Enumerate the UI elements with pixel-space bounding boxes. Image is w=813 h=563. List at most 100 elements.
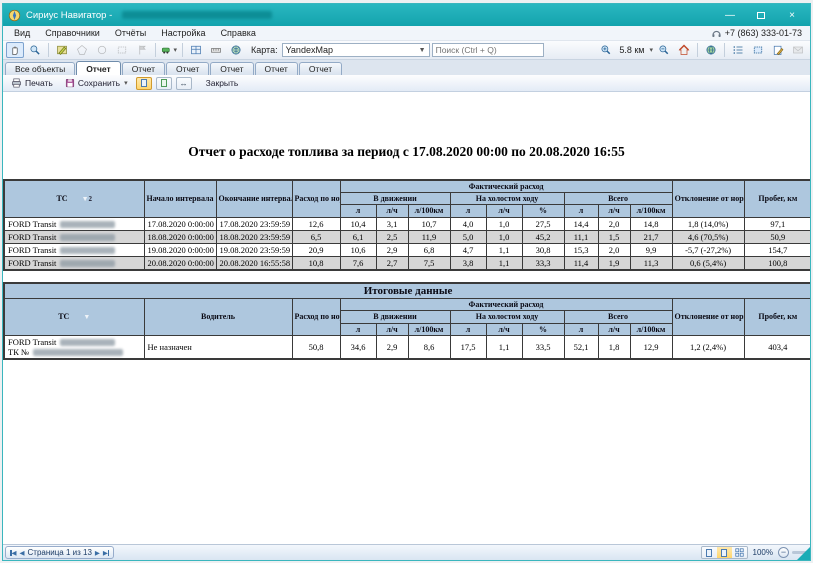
table-cell: 1,1: [486, 335, 522, 359]
grid-view-button[interactable]: [187, 42, 205, 58]
tab-report-4[interactable]: Отчет: [210, 62, 253, 75]
table-cell: 10,6: [340, 243, 376, 256]
last-page-button[interactable]: ▶: [103, 549, 110, 557]
zoom-in-button[interactable]: [597, 42, 615, 58]
first-page-button[interactable]: ◀: [10, 549, 17, 557]
save-button[interactable]: Сохранить ▾: [61, 77, 132, 89]
print-button[interactable]: Печать: [7, 77, 57, 89]
status-bar: ◀ ◀ Страница 1 из 13 ▶ ▶ 100% −: [3, 544, 810, 560]
table-header: ТС▼2 Начало интервала Окончание интервал…: [4, 180, 810, 217]
route-globe-button[interactable]: [227, 42, 245, 58]
sort-desc-icon: ▼: [83, 313, 90, 321]
zoom-out-slider-button[interactable]: −: [778, 547, 789, 558]
edit-note-button[interactable]: [769, 42, 787, 58]
table-cell: 18.08.2020 23:59:59: [216, 230, 292, 243]
view-continuous-button[interactable]: [156, 77, 172, 90]
table-cell: 19.08.2020 23:59:59: [216, 243, 292, 256]
report-page: Отчет о расходе топлива за период с 17.0…: [3, 92, 810, 544]
multipage-icon: [735, 548, 744, 557]
table-cell: 10,7: [408, 217, 450, 230]
title-bar: Сириус Навигатор - — ×: [3, 4, 810, 26]
column-header-tc[interactable]: ТС▼2: [4, 180, 144, 217]
menu-view[interactable]: Вид: [7, 27, 37, 39]
home-button[interactable]: [675, 42, 693, 58]
resize-grip[interactable]: [797, 547, 810, 560]
tab-report-5[interactable]: Отчет: [255, 62, 298, 75]
zoom-out-button[interactable]: [655, 42, 673, 58]
table-cell: 6,1: [340, 230, 376, 243]
selection-button[interactable]: [749, 42, 767, 58]
tab-report-3[interactable]: Отчет: [166, 62, 209, 75]
tab-report-6[interactable]: Отчет: [299, 62, 342, 75]
table-cell: 7,6: [340, 256, 376, 270]
table-cell: 33,5: [522, 335, 564, 359]
tab-report-active[interactable]: Отчет: [76, 61, 121, 75]
table-cell: 100,8: [744, 256, 810, 270]
column-header-mileage: Пробег, км: [744, 299, 810, 336]
unit-header: л: [340, 205, 376, 217]
tab-all-objects[interactable]: Все объекты: [5, 62, 75, 75]
table-cell: 15,3: [564, 243, 598, 256]
menu-reports[interactable]: Отчёты: [108, 27, 153, 39]
map-select[interactable]: YandexMap ▼: [282, 43, 430, 57]
next-page-button[interactable]: ▶: [95, 549, 100, 557]
table-cell: FORD Transit: [4, 230, 144, 243]
report-toolbar: Печать Сохранить ▾ ↔ Закрыть: [3, 75, 810, 92]
prev-page-button[interactable]: ◀: [20, 549, 25, 557]
polygon-tool-button[interactable]: [73, 42, 91, 58]
column-header-norm: Расход по норме, л: [292, 180, 340, 217]
page-icon: [141, 79, 147, 87]
message-button[interactable]: [789, 42, 807, 58]
vehicle-button[interactable]: ▾: [160, 42, 178, 58]
map-edit-button[interactable]: [53, 42, 71, 58]
list-button[interactable]: [729, 42, 747, 58]
chevron-down-icon: ▼: [419, 47, 426, 54]
headset-icon: [711, 28, 722, 39]
table-cell: 97,1: [744, 217, 810, 230]
menu-directories[interactable]: Справочники: [38, 27, 107, 39]
circle-tool-button[interactable]: [93, 42, 111, 58]
view-normal-button[interactable]: [702, 547, 717, 558]
flag-tool-button[interactable]: [133, 42, 151, 58]
column-header-total: Всего: [564, 311, 672, 323]
toolbar-separator: [155, 43, 156, 57]
close-button[interactable]: ×: [779, 7, 805, 23]
zoom-tool-button[interactable]: [26, 42, 44, 58]
column-header-idle: На холостом ходу: [450, 311, 564, 323]
table-cell: FORD Transit: [4, 256, 144, 270]
printer-icon: [11, 78, 22, 88]
table-cell: 11,9: [408, 230, 450, 243]
table-cell: Не назначен: [144, 335, 292, 359]
minimize-button[interactable]: —: [717, 7, 743, 23]
table-cell: 3,1: [376, 217, 408, 230]
table-cell: 18.08.2020 0:00:00: [144, 230, 216, 243]
view-page-layout-button[interactable]: [717, 547, 732, 558]
unit-header: л/100км: [408, 323, 450, 335]
table-cell: 11,1: [564, 230, 598, 243]
column-header-tc[interactable]: ТС▼: [4, 299, 144, 336]
table-cell: 1,1: [486, 243, 522, 256]
menu-settings[interactable]: Настройка: [154, 27, 212, 39]
select-area-button[interactable]: [113, 42, 131, 58]
tab-report-2[interactable]: Отчет: [122, 62, 165, 75]
globe-button[interactable]: [702, 42, 720, 58]
table-cell: 2,9: [376, 335, 408, 359]
table-row: FORD Transit20.08.2020 0:00:0020.08.2020…: [4, 256, 810, 270]
close-report-button[interactable]: Закрыть: [202, 77, 243, 89]
table-cell: 6,8: [408, 243, 450, 256]
ruler-button[interactable]: [207, 42, 225, 58]
redacted-text: [60, 339, 115, 346]
view-multipage-button[interactable]: [732, 547, 747, 558]
menu-help[interactable]: Справка: [214, 27, 263, 39]
main-toolbar: ▾ Карта: YandexMap ▼ 5.8 км ▾: [3, 41, 810, 60]
fit-width-button[interactable]: ↔: [176, 77, 192, 90]
map-label: Карта:: [251, 45, 278, 55]
view-single-page-button[interactable]: [136, 77, 152, 90]
pan-tool-button[interactable]: [6, 42, 24, 58]
maximize-button[interactable]: [748, 7, 774, 23]
table-cell: 1,1: [486, 256, 522, 270]
search-input[interactable]: [432, 43, 544, 57]
summary-title: Итоговые данные: [4, 283, 810, 299]
map-scale-value[interactable]: 5.8 км: [617, 45, 646, 55]
table-cell: FORD Transit: [4, 217, 144, 230]
